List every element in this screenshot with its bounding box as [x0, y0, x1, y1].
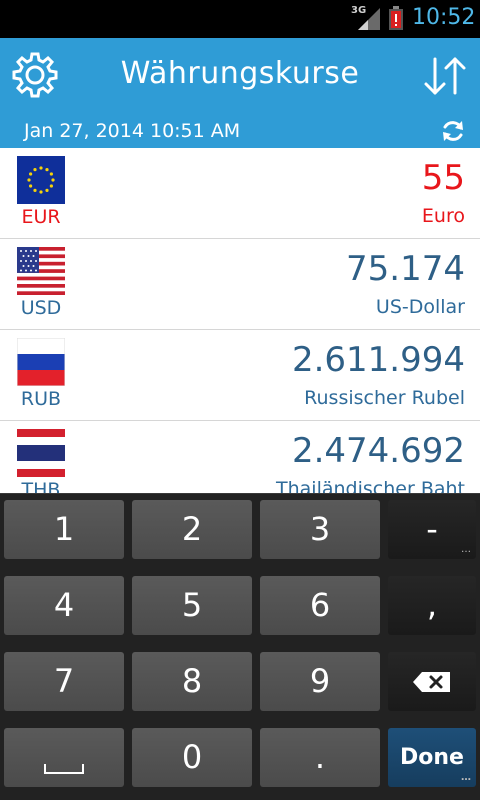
eu-star [29, 184, 33, 188]
key-9[interactable]: 9 [260, 652, 380, 711]
eu-star [45, 168, 49, 172]
update-timestamp: Jan 27, 2014 10:51 AM [24, 120, 241, 142]
key-7[interactable]: 7 [4, 652, 124, 711]
currency-name: US-Dollar [375, 296, 465, 318]
key-comma[interactable]: , [388, 576, 476, 635]
eu-star [49, 172, 53, 176]
currency-name: Thailändischer Baht [276, 478, 465, 493]
swap-arrows-icon[interactable] [422, 53, 468, 99]
key-minus[interactable]: - … [388, 500, 476, 559]
more-dots-icon: … [461, 544, 471, 555]
key-2[interactable]: 2 [132, 500, 252, 559]
thailand-flag-icon [17, 429, 65, 477]
eu-star [45, 188, 49, 192]
space-icon [44, 764, 84, 774]
eu-star [33, 188, 37, 192]
more-dots-icon: … [461, 772, 471, 783]
backspace-key[interactable] [388, 652, 476, 711]
eu-star [33, 168, 37, 172]
key-0[interactable]: 0 [132, 728, 252, 787]
currency-row-thb[interactable]: THB 2.474.692 Thailändischer Baht [0, 421, 480, 493]
currency-name: Euro [421, 205, 465, 227]
app-header: Währungskurse Jan 27, 2014 10:51 AM [0, 38, 480, 148]
us-flag-icon [17, 247, 65, 295]
refresh-icon[interactable] [440, 118, 466, 144]
currency-amount[interactable]: 55 [422, 158, 465, 198]
numeric-keyboard: 1 2 3 - … 4 5 6 , 7 8 9 0 . Done … [0, 493, 480, 800]
currency-code: USD [20, 297, 62, 319]
key-6[interactable]: 6 [260, 576, 380, 635]
clock: 10:52 [412, 5, 476, 30]
key-dot[interactable]: . [260, 728, 380, 787]
space-key[interactable] [4, 728, 124, 787]
backspace-icon [413, 672, 450, 692]
eu-star [49, 184, 53, 188]
eu-flag-icon [17, 156, 65, 204]
currency-row-eur[interactable]: EUR 55 Euro [0, 148, 480, 239]
eu-star [27, 178, 31, 182]
done-label: Done [400, 745, 464, 770]
eu-star [39, 190, 43, 194]
key-4[interactable]: 4 [4, 576, 124, 635]
currency-code: RUB [20, 388, 62, 410]
currency-name: Russischer Rubel [304, 387, 465, 409]
currency-row-usd[interactable]: USD 75.174 US-Dollar [0, 239, 480, 330]
page-title: Währungskurse [120, 56, 360, 91]
key-8[interactable]: 8 [132, 652, 252, 711]
eu-star [51, 178, 55, 182]
russia-flag-icon [17, 338, 65, 386]
currency-amount[interactable]: 2.611.994 [292, 340, 465, 380]
key-5[interactable]: 5 [132, 576, 252, 635]
done-button[interactable]: Done … [388, 728, 476, 787]
currency-code: EUR [21, 206, 61, 228]
key-3[interactable]: 3 [260, 500, 380, 559]
key-minus-label: - [426, 510, 438, 548]
battery-low-icon [389, 6, 403, 30]
currency-amount[interactable]: 2.474.692 [292, 431, 465, 471]
key-1[interactable]: 1 [4, 500, 124, 559]
status-bar: 3G 10:52 [0, 0, 480, 38]
currency-list: EUR 55 Euro USD 75.174 US-Dollar RUB 2.6… [0, 148, 480, 493]
eu-star [29, 172, 33, 176]
signal-icon [358, 8, 380, 30]
currency-amount[interactable]: 75.174 [346, 249, 465, 289]
eu-star [39, 166, 43, 170]
currency-row-rub[interactable]: RUB 2.611.994 Russischer Rubel [0, 330, 480, 421]
currency-code: THB [21, 479, 61, 493]
